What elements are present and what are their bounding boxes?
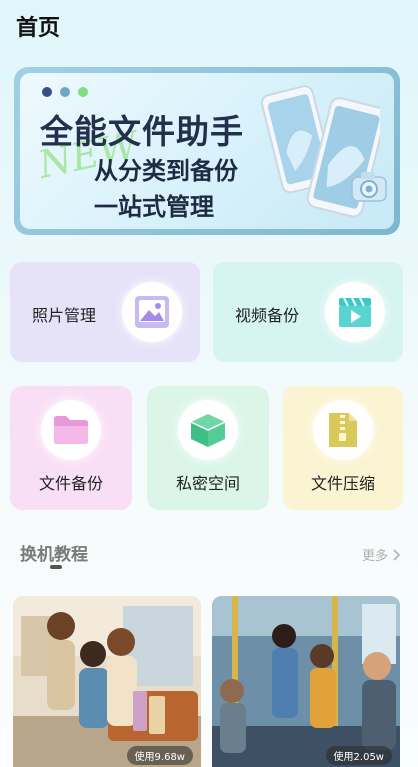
page-title: 首页 [16,16,61,41]
tile-zip-label: 文件压缩 [310,474,375,493]
banner-subtitle-1: 从分类到备份 [94,157,238,185]
more-label: 更多 [361,549,388,564]
dot-navy [42,87,52,97]
phones-illustration [260,85,380,218]
chevron-right-icon [393,548,400,561]
banner-subtitle-2: 一站式管理 [94,193,214,221]
tile-private-label: 私密空间 [175,474,240,493]
tile-video-backup[interactable]: 视频备份 [213,262,403,362]
tutorial-card-subway[interactable]: 使用2.05w [212,596,400,767]
banner-inner: NEW 全能文件助手 从分类到备份 一站式管理 [20,73,394,229]
more-link[interactable]: 更多 [362,545,400,564]
image-icon [122,282,182,342]
dot-blue [60,87,70,97]
folder-icon [41,400,101,460]
tile-file-backup[interactable]: 文件备份 [10,386,132,510]
banner-headline: 全能文件助手 [40,112,244,151]
tutorial-card-mall[interactable]: 使用9.68w [13,596,201,767]
section-tab-indicator [50,565,62,569]
tile-files-label: 文件备份 [38,474,103,493]
banner-dots [42,87,88,97]
tile-private-space[interactable]: 私密空间 [147,386,269,510]
tile-photo-manage[interactable]: 照片管理 [10,262,200,362]
tile-video-label: 视频备份 [235,306,300,325]
usage-badge: 使用9.68w [126,746,193,765]
tile-file-compress[interactable]: 文件压缩 [283,386,403,510]
mall-friends-illustration [13,596,201,767]
zip-file-icon [313,400,373,460]
camera-icon [351,172,387,202]
usage-badge: 使用2.05w [325,746,392,765]
clapperboard-icon [325,282,385,342]
box-icon [178,400,238,460]
section-title: 换机教程 [20,545,88,565]
dot-green [78,87,88,97]
subway-passengers-illustration [212,596,400,767]
tile-photo-label: 照片管理 [32,306,97,325]
promo-banner[interactable]: NEW 全能文件助手 从分类到备份 一站式管理 [14,67,400,235]
